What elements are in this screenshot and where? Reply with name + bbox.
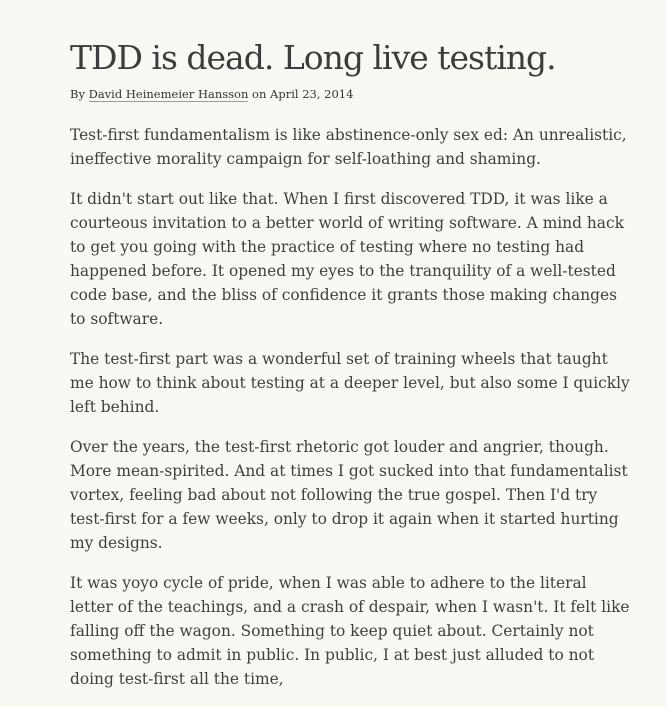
- byline: By David Heinemeier Hansson on April 23,…: [70, 86, 630, 102]
- article: TDD is dead. Long live testing. By David…: [70, 36, 630, 707]
- byline-prefix: By: [70, 87, 85, 101]
- paragraph: It was yoyo cycle of pride, when I was a…: [70, 574, 630, 688]
- author-link[interactable]: David Heinemeier Hansson: [88, 87, 249, 102]
- paragraph: Test-first fundamentalism is like abstin…: [70, 126, 627, 168]
- article-body: Test-first fundamentalism is like abstin…: [70, 123, 630, 691]
- paragraph: It didn't start out like that. When I fi…: [70, 190, 624, 328]
- byline-date-prefix: on: [252, 87, 267, 101]
- publish-date: April 23, 2014: [270, 87, 354, 101]
- article-title: TDD is dead. Long live testing.: [70, 38, 557, 77]
- paragraph: Over the years, the test-first rhetoric …: [70, 438, 628, 552]
- paragraph: The test-first part was a wonderful set …: [70, 350, 630, 416]
